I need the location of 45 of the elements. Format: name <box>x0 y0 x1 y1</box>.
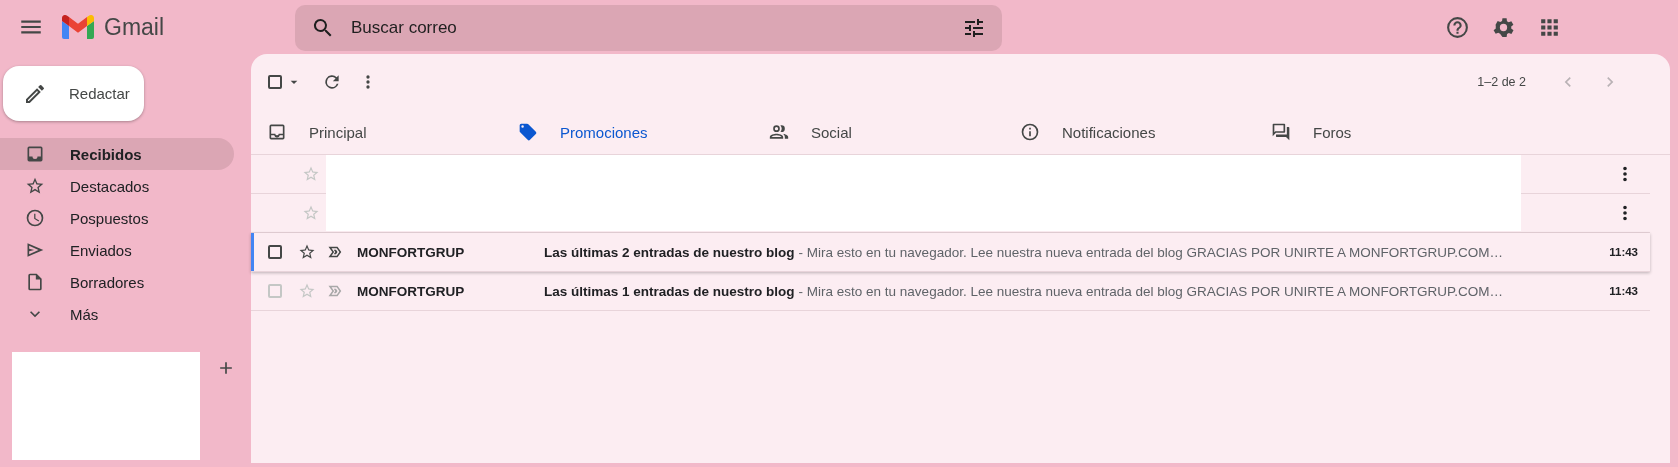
category-tab[interactable]: Principal <box>251 110 502 154</box>
email-row[interactable]: MONFORTGRUP Las últimas 1 entradas de nuestro blog - Mira esto en tu navegador. Lee nuestra nueva entrada del blog GRACIAS POR UNIRTE A MONFORTGRUP.COM… 11:43 <box>251 272 1650 311</box>
star-icon[interactable] <box>298 243 316 261</box>
sidebar-item[interactable]: Pospuestos <box>0 202 234 234</box>
compose-button[interactable]: Redactar <box>3 66 144 121</box>
category-tab[interactable]: Notificaciones <box>1004 110 1255 154</box>
star-icon[interactable] <box>298 282 316 300</box>
email-sender: MONFORTGRUP <box>357 283 466 299</box>
refresh-icon[interactable] <box>322 72 342 92</box>
clock-icon <box>25 208 45 228</box>
email-time: 11:43 <box>1609 246 1638 258</box>
inbox-icon <box>267 122 287 142</box>
sidebar-item[interactable]: Destacados <box>0 170 234 202</box>
email-snippet: - Mira esto en tu navegador. Lee nuestra nueva entrada del blog GRACIAS POR UNIRTE A MONFORTGRUP.COM… <box>798 283 1504 299</box>
pagination-label: 1–2 de 2 <box>1477 75 1526 89</box>
sidebar-item[interactable]: Más <box>0 298 234 330</box>
email-snippet: - Mira esto en tu navegador. Lee nuestra nueva entrada del blog GRACIAS POR UNIRTE A MONFORTGRUP.COM… <box>798 244 1504 260</box>
inbox-icon <box>25 144 45 164</box>
checkbox[interactable] <box>268 245 282 259</box>
star-icon[interactable] <box>302 165 320 183</box>
star-icon[interactable] <box>302 204 320 222</box>
gmail-logo-text: Gmail <box>104 13 165 41</box>
info-icon <box>1020 122 1040 142</box>
category-tab[interactable]: Promociones <box>502 110 753 154</box>
email-sender: MONFORTGRUP <box>357 244 466 260</box>
sidebar-item[interactable]: Recibidos <box>0 138 234 170</box>
category-tab[interactable]: Foros <box>1255 110 1506 154</box>
sidebar-item[interactable]: Enviados <box>0 234 234 266</box>
gmail-logo-icon <box>62 15 94 39</box>
help-icon[interactable] <box>1445 14 1470 40</box>
search-input[interactable]: Buscar correo <box>351 18 946 38</box>
email-subject: Las últimas 1 entradas de nuestro blog <box>544 283 795 299</box>
category-tab[interactable]: Social <box>753 110 1004 154</box>
email-time: 11:43 <box>1609 285 1638 297</box>
search-bar[interactable]: Buscar correo <box>295 5 1002 51</box>
people-icon <box>769 122 789 142</box>
document-icon <box>25 272 45 292</box>
filter-options-icon[interactable] <box>962 16 986 40</box>
email-row[interactable]: MONFORTGRUP Las últimas 2 entradas de nuestro blog - Mira esto en tu navegador. Lee nuestra nueva entrada del blog GRACIAS POR UNIRTE A MONFORTGRUP.COM… 11:43 <box>251 233 1650 272</box>
email-subject: Las últimas 2 entradas de nuestro blog <box>544 244 795 260</box>
tag-icon <box>518 122 538 142</box>
sidebar-item[interactable]: Borradores <box>0 266 234 298</box>
checkbox[interactable] <box>268 75 282 89</box>
star-icon <box>25 176 45 196</box>
chat-bubbles-icon <box>1271 122 1291 142</box>
